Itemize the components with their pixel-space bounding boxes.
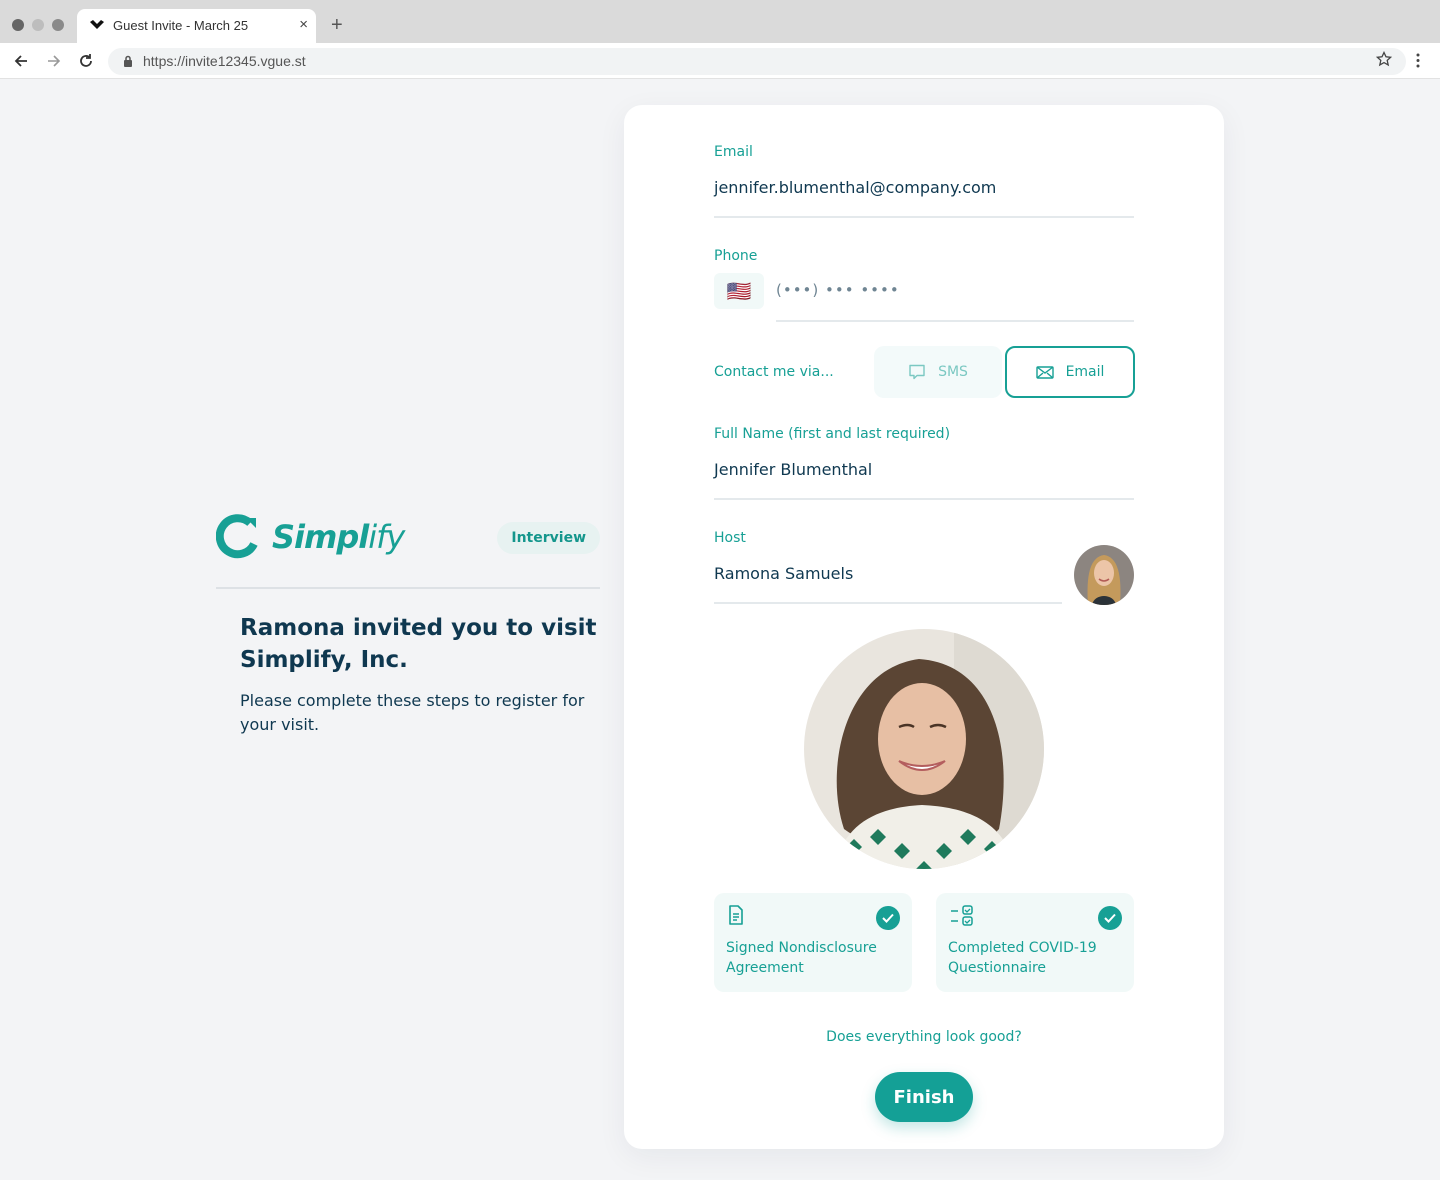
completed-check-icon	[1098, 906, 1122, 930]
simplify-logo: Simplify	[216, 514, 405, 560]
new-tab-button[interactable]: +	[331, 14, 343, 37]
divider	[216, 587, 600, 589]
step-card-covid[interactable]: Completed COVID-19 Questionnaire	[936, 893, 1134, 992]
forward-button[interactable]	[43, 50, 65, 72]
checklist-icon	[951, 905, 973, 926]
step-label: Completed COVID-19 Questionnaire	[948, 940, 1097, 976]
finish-button[interactable]: Finish	[875, 1072, 973, 1122]
email-field[interactable]: jennifer.blumenthal@company.com	[714, 178, 996, 197]
menu-kebab-icon[interactable]	[1415, 53, 1421, 69]
page-subtitle: Please complete these steps to register …	[240, 691, 585, 734]
host-photo	[1074, 545, 1134, 605]
full-name-underline	[714, 498, 1134, 500]
confirmation-question: Does everything look good?	[826, 1029, 1022, 1045]
chat-bubble-icon	[909, 364, 925, 380]
arrow-left-icon	[14, 55, 27, 67]
url-text[interactable]: https://invite12345.vgue.st	[143, 53, 306, 69]
phone-field[interactable]: (•••) ••• ••••	[776, 281, 900, 299]
logo-wordmark: Simplify	[272, 518, 405, 556]
us-flag-icon: 🇺🇸	[726, 279, 752, 303]
document-icon	[729, 905, 743, 925]
email-label: Email	[714, 144, 753, 160]
browser-toolbar: https://invite12345.vgue.st	[0, 43, 1440, 79]
lock-icon	[124, 55, 132, 67]
contact-method-label: Contact me via...	[714, 364, 834, 380]
step-card-nda[interactable]: Signed Nondisclosure Agreement	[714, 893, 912, 992]
page-title: Ramona invited you to visit Simplify, In…	[240, 615, 597, 673]
arrow-right-icon	[48, 55, 61, 67]
full-name-label: Full Name (first and last required)	[714, 426, 951, 442]
email-option-label: Email	[1065, 364, 1105, 380]
visit-type-badge: Interview	[497, 522, 600, 554]
registration-card: Email jennifer.blumenthal@company.com Ph…	[624, 105, 1224, 1149]
reload-button[interactable]	[75, 50, 97, 72]
country-code-selector[interactable]: 🇺🇸	[714, 273, 764, 309]
host-avatar[interactable]	[1074, 545, 1134, 605]
visitor-photo[interactable]	[804, 629, 1044, 869]
bookmark-star-icon[interactable]	[1376, 51, 1392, 67]
phone-label: Phone	[714, 248, 758, 264]
step-label: Signed Nondisclosure Agreement	[726, 940, 877, 976]
back-button[interactable]	[10, 50, 32, 72]
tab-close-icon[interactable]: ×	[299, 16, 308, 33]
visitor-photo-image	[804, 629, 1044, 869]
contact-sms-button[interactable]: SMS	[874, 346, 1002, 398]
host-label: Host	[714, 530, 746, 546]
contact-email-button[interactable]: Email	[1005, 346, 1135, 398]
logo-mark-icon	[216, 514, 258, 559]
maximize-window-button[interactable]	[52, 19, 64, 31]
minimize-window-button[interactable]	[32, 19, 44, 31]
reload-icon	[80, 54, 92, 67]
email-underline	[714, 216, 1134, 218]
favicon-icon	[90, 20, 104, 29]
host-underline	[714, 602, 1062, 604]
full-name-field[interactable]: Jennifer Blumenthal	[714, 460, 872, 479]
phone-underline	[776, 320, 1134, 322]
sms-label: SMS	[938, 364, 968, 380]
window-controls	[12, 19, 64, 31]
browser-tab[interactable]: Guest Invite - March 25 ×	[77, 9, 316, 43]
browser-tab-bar: Guest Invite - March 25 × +	[0, 0, 1440, 43]
completed-check-icon	[876, 906, 900, 930]
envelope-icon	[1035, 365, 1054, 379]
close-window-button[interactable]	[12, 19, 24, 31]
address-bar[interactable]: https://invite12345.vgue.st	[108, 48, 1406, 75]
tab-title: Guest Invite - March 25	[113, 18, 249, 33]
host-field[interactable]: Ramona Samuels	[714, 564, 853, 583]
